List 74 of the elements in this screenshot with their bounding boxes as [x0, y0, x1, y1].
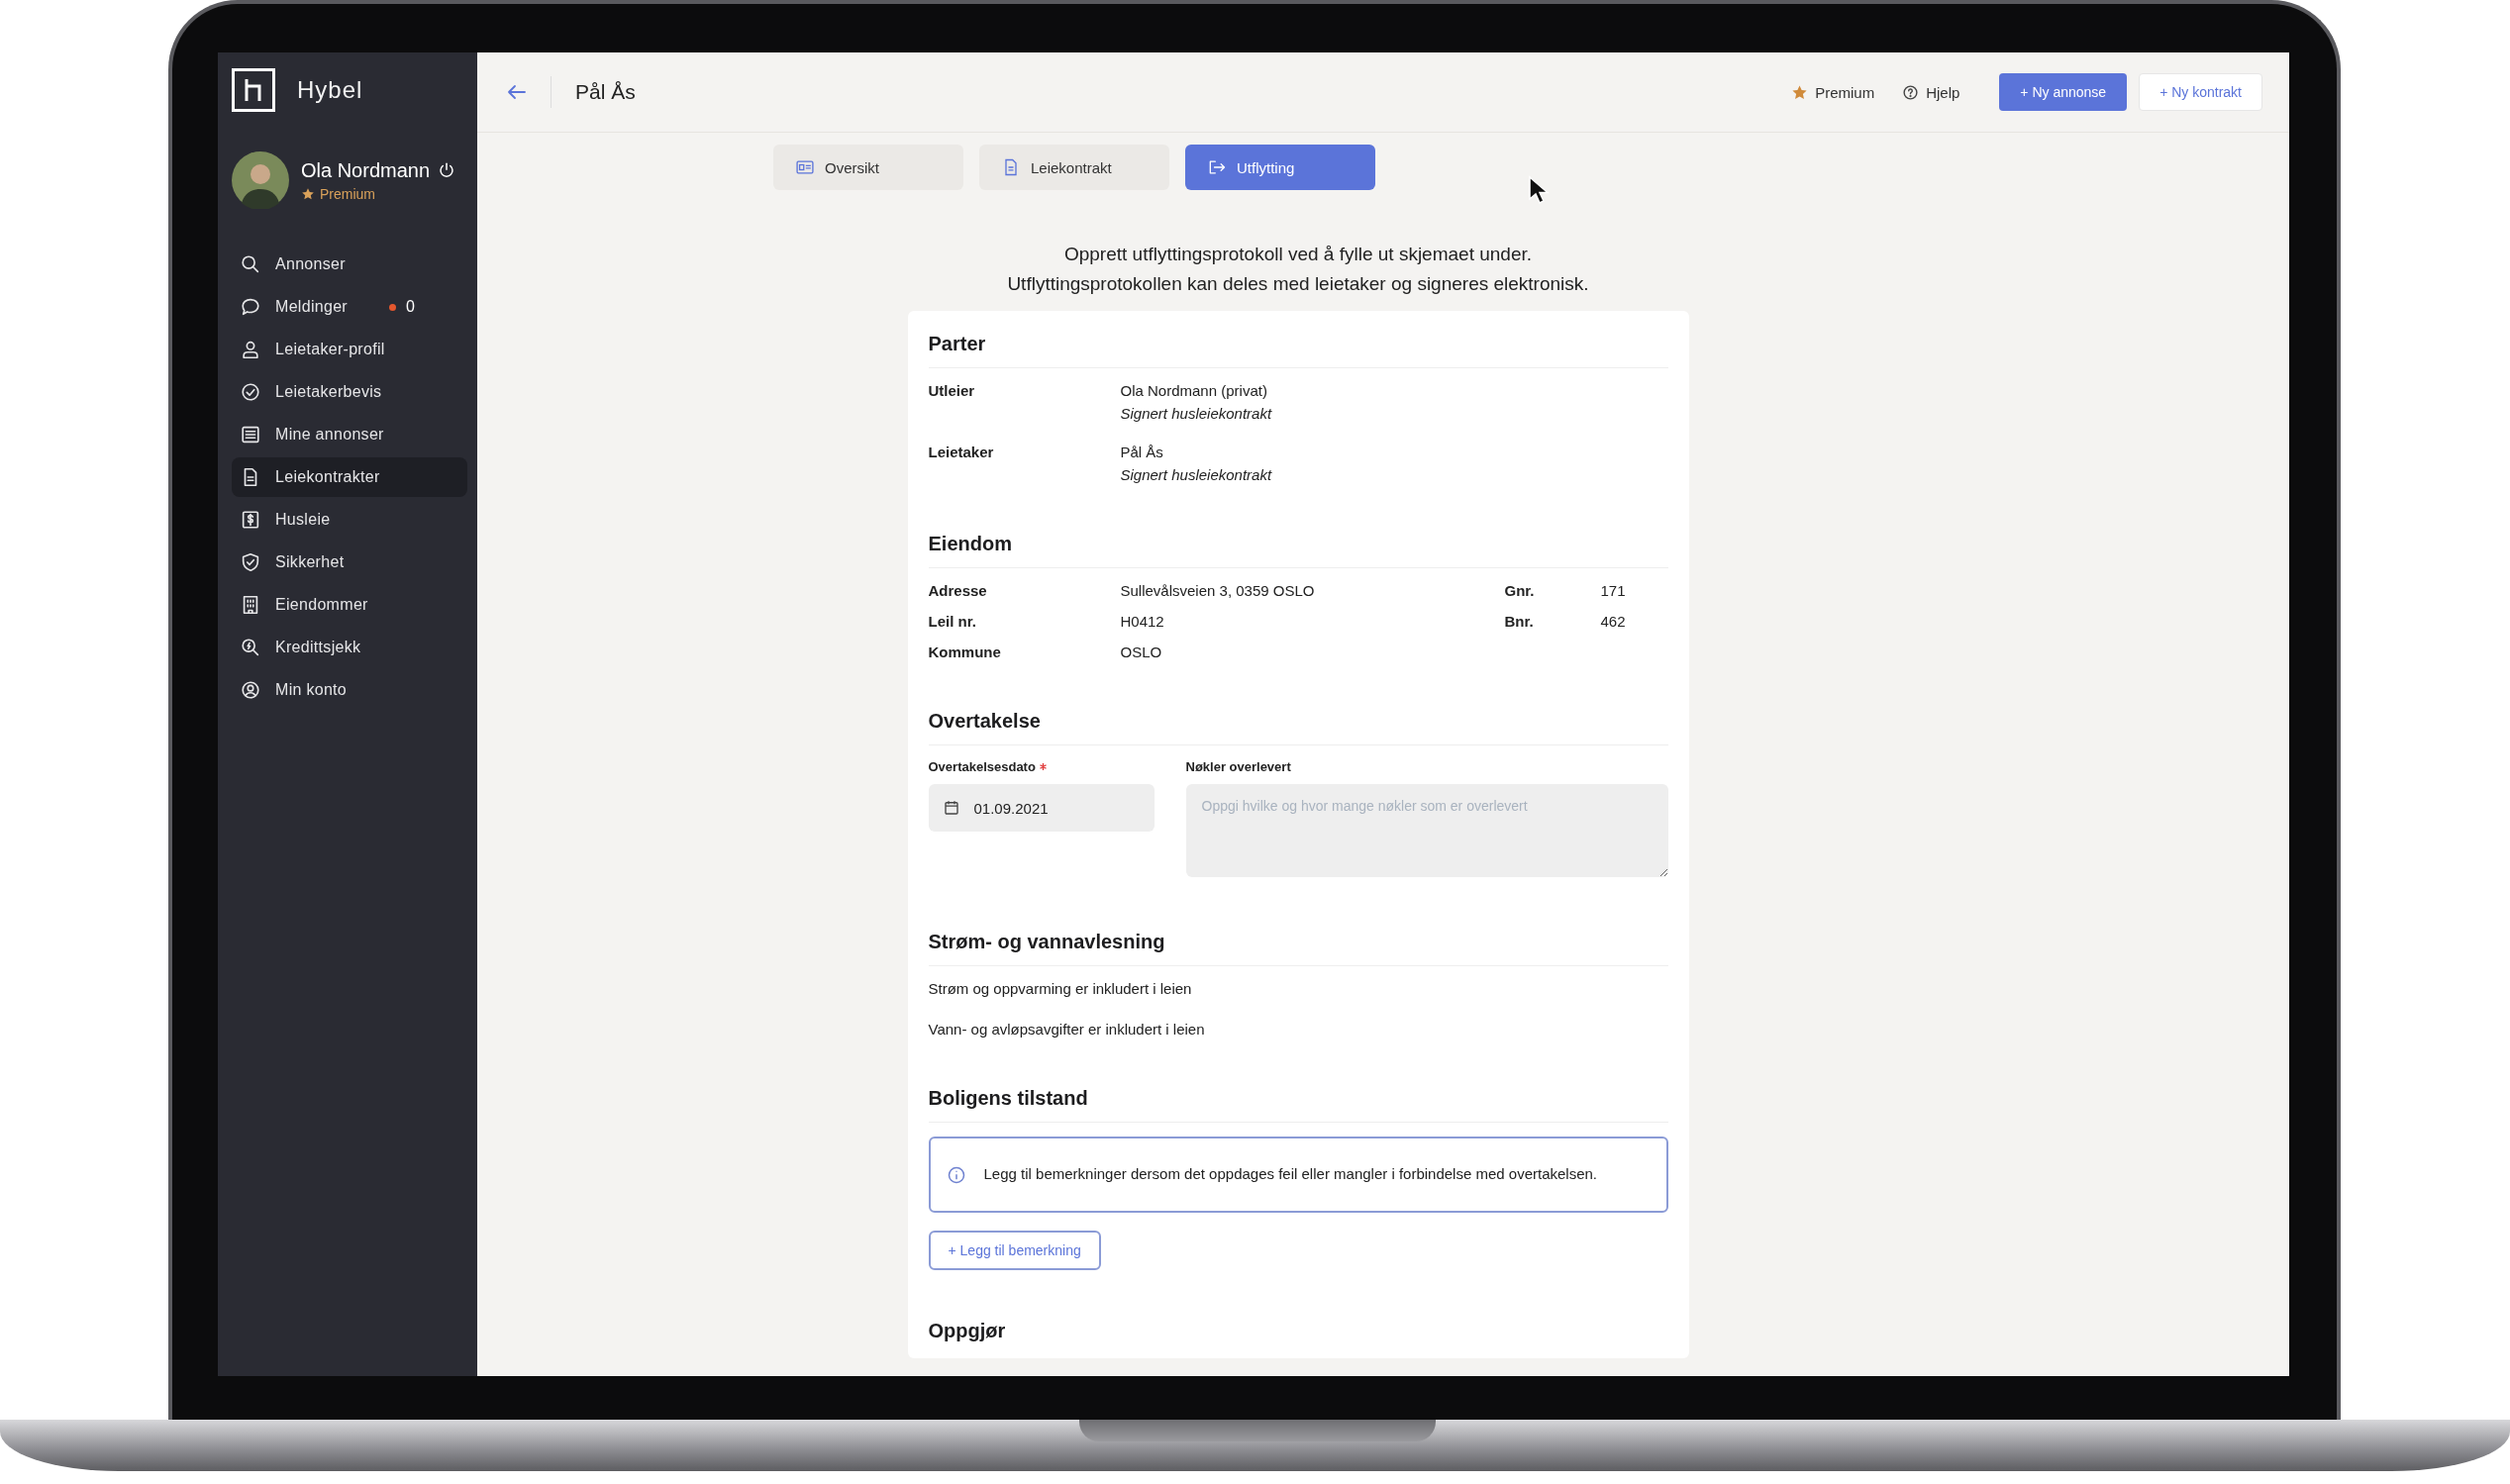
new-listing-button[interactable]: + Ny annonse: [1999, 73, 2128, 111]
dollar-icon: [240, 509, 261, 531]
signature-status: Signert husleiekontrakt: [1120, 405, 1273, 422]
text-area[interactable]: Oppgi hvilke og hvor mange nøkler som er overlevert: [1185, 784, 1668, 877]
field-label: Adresse: [928, 582, 988, 599]
sidebar-item[interactable]: Leietaker-profil: [232, 330, 467, 369]
intro-text: Opprett utflyttingsprotokoll ved å fylle ut skjemaet under.: [1063, 244, 1533, 265]
field-label: Utleier: [928, 382, 976, 401]
calendar-icon: [942, 799, 960, 817]
info-message: Legg til bemerkninger dersom det oppdages feil eller mangler i forbindelse med overtakelsen.: [983, 1164, 1597, 1185]
shield-icon: [240, 551, 261, 573]
section-heading: Oppgjør: [928, 1319, 1007, 1343]
search-icon: [240, 253, 261, 275]
sidebar-item[interactable]: Husleie: [232, 500, 467, 540]
logo-icon: [232, 68, 275, 112]
sidebar-item[interactable]: Leiekontrakter: [232, 457, 467, 497]
sidebar-item[interactable]: Mine annonser: [232, 415, 467, 454]
party-name: Ola Nordmann (privat): [1120, 382, 1268, 399]
section-heading: Parter: [928, 323, 1668, 368]
star-icon: [301, 186, 315, 201]
field-label: Leietaker: [928, 444, 995, 462]
section-heading: Boligens tilstand: [928, 1077, 1668, 1123]
person-icon: [240, 339, 261, 360]
section-heading: Eiendom: [928, 523, 1668, 568]
field-value: Sullevålsveien 3, 0359 OSLO: [1120, 582, 1316, 599]
star-icon: [1791, 83, 1809, 101]
field-label: Bnr.: [1504, 613, 1535, 630]
magnifier-icon: [240, 637, 261, 658]
tab[interactable]: Utflytting: [1185, 145, 1375, 190]
user-name: Ola Nordmann: [301, 158, 431, 182]
field-value: 171: [1600, 582, 1627, 599]
list-icon: [240, 424, 261, 445]
field-label: Leil nr.: [928, 613, 977, 630]
header-link[interactable]: Premium: [1791, 83, 1875, 101]
avatar: [232, 151, 289, 209]
sidebar-item[interactable]: Meldinger 0: [232, 287, 467, 327]
field-value: 462: [1600, 613, 1627, 630]
header-link[interactable]: Hjelp: [1902, 83, 1960, 101]
page-title: Pål Ås: [575, 80, 636, 104]
sidebar-item[interactable]: Leietakerbevis: [232, 372, 467, 412]
tab[interactable]: Oversikt: [773, 145, 963, 190]
sidebar-item[interactable]: Eiendommer: [232, 585, 467, 625]
sidebar-item[interactable]: Kredittsjekk: [232, 628, 467, 667]
add-remark-button[interactable]: + Legg til bemerkning: [928, 1231, 1101, 1270]
cursor-icon: [1528, 175, 1550, 205]
field-label: Kommune: [928, 643, 1002, 660]
field-label: Gnr.: [1504, 582, 1536, 599]
signature-status: Signert husleiekontrakt: [1120, 466, 1273, 483]
date-field[interactable]: 01.09.2021: [928, 784, 1155, 832]
info-icon: [946, 1164, 966, 1185]
section-heading: Overtakelse: [928, 700, 1668, 745]
party-name: Pål Ås: [1120, 444, 1164, 460]
unread-dot: [388, 303, 396, 311]
chat-bubble-icon: [240, 296, 261, 318]
tab[interactable]: Leiekontrakt: [979, 145, 1169, 190]
unread-count: 0: [405, 298, 416, 316]
new-contract-button[interactable]: + Ny kontrakt: [2139, 73, 2262, 111]
info-text: Vann- og avløpsavgifter er inkludert i leien: [928, 1021, 1206, 1038]
sidebar-item[interactable]: Annonser: [232, 245, 467, 284]
field-value: OSLO: [1120, 643, 1163, 660]
check-circle-icon: [240, 381, 261, 403]
intro-text: Utflyttingsprotokollen kan deles med leietaker og signeres elektronisk.: [1007, 273, 1589, 295]
sidebar-item[interactable]: Min konto: [232, 670, 467, 710]
field-label: Overtakelsesdato: [928, 759, 1036, 774]
help-icon: [1902, 83, 1920, 101]
power-icon[interactable]: [438, 161, 456, 179]
field-value: H0412: [1120, 613, 1165, 630]
sidebar-item[interactable]: Sikkerhet: [232, 543, 467, 582]
section-heading: Strøm- og vannavlesning: [928, 921, 1668, 966]
field-label: Nøkler overlevert: [1185, 759, 1291, 774]
logo-text: Hybel: [297, 76, 363, 104]
user-circle-icon: [240, 679, 261, 701]
info-text: Strøm og oppvarming er inkludert i leien: [928, 980, 1193, 997]
premium-label: Premium: [320, 185, 375, 202]
